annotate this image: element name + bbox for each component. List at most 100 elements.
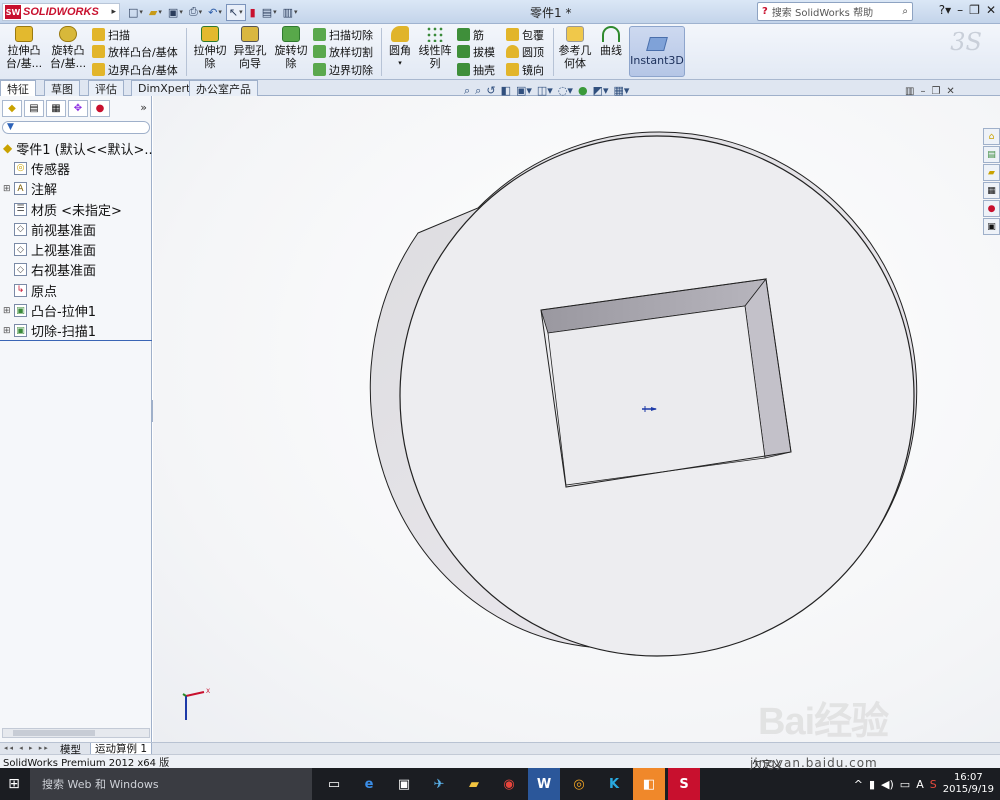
sweep-cut-button[interactable]: 扫描切除 — [313, 26, 373, 43]
help-menu-icon[interactable]: ?▾ — [939, 3, 951, 17]
shell-button[interactable]: 抽壳 — [457, 61, 495, 78]
search-icon[interactable]: ⌕ — [902, 6, 908, 17]
store-icon[interactable]: ▣ — [388, 768, 420, 800]
file-explorer-taskbar-icon[interactable]: ▰ — [458, 768, 490, 800]
edit-appearance-icon[interactable]: ● — [578, 84, 588, 98]
input-language-label[interactable]: A — [916, 778, 924, 791]
task-view-icon[interactable]: ▭ — [318, 768, 350, 800]
tree-item[interactable]: ◇ 前视基准面 — [0, 219, 152, 239]
zoom-to-fit-icon[interactable]: ⌕ — [464, 84, 470, 98]
revolve-cut-button[interactable]: 旋转切 除 — [271, 26, 311, 70]
tray-arrow-icon[interactable]: ^ — [854, 778, 863, 791]
ime-icon[interactable]: S — [930, 778, 937, 791]
fillet-button[interactable]: 圆角 ▾ — [386, 26, 414, 70]
tab-features[interactable]: 特征 — [0, 80, 36, 97]
rollback-bar[interactable] — [0, 340, 152, 341]
hole-wizard-button[interactable]: 异型孔 向导 — [230, 26, 270, 70]
sweep-button[interactable]: 扫描 — [92, 26, 130, 43]
more-tabs-icon[interactable]: » — [140, 101, 147, 114]
restore-icon[interactable]: ❐ — [969, 3, 980, 17]
loft-cut-button[interactable]: 放样切割 — [313, 43, 373, 60]
expand-icon[interactable]: ⊞ — [3, 326, 11, 336]
custom-properties-icon[interactable]: ▣ — [983, 218, 1000, 235]
tree-filter-input[interactable]: ▼ — [2, 121, 150, 134]
tree-item[interactable]: ◎ 传感器 — [0, 158, 152, 178]
graphics-area[interactable]: X — [153, 96, 1000, 742]
close-icon[interactable]: ✕ — [986, 3, 996, 17]
scene-icon[interactable]: ◩▾ — [593, 84, 609, 98]
solidworks-menu-button[interactable]: SW SOLIDWORKS ▸ — [2, 3, 120, 21]
tab-evaluate[interactable]: 评估 — [88, 80, 124, 96]
doc-close-icon[interactable]: ✕ — [946, 86, 954, 97]
tree-item[interactable]: ⊞ ▣ 切除-扫描1 — [0, 321, 152, 341]
file-explorer-icon[interactable]: ▰ — [983, 164, 1000, 181]
options-icon[interactable]: ▥ ▾ — [281, 4, 300, 21]
tree-item[interactable]: ↳ 原点 — [0, 280, 152, 300]
linear-pattern-button[interactable]: 线性阵 列 — [417, 26, 453, 70]
dimxpert-manager-icon[interactable]: ✥ — [68, 100, 88, 117]
property-manager-icon[interactable]: ▤ — [24, 100, 44, 117]
wrap-button[interactable]: 包覆 — [506, 26, 544, 43]
feather-app-icon[interactable]: ✈ — [423, 768, 455, 800]
tree-item[interactable]: ◇ 上视基准面 — [0, 239, 152, 259]
minimize-icon[interactable]: – — [957, 3, 963, 17]
boundary-boss-button[interactable]: 边界凸台/基体 — [92, 61, 178, 78]
expand-icon[interactable]: ⊞ — [3, 184, 11, 194]
doc-restore-icon[interactable]: ❐ — [931, 86, 940, 97]
help-search-input[interactable]: ? 搜索 SolidWorks 帮助 ⌕ — [757, 2, 913, 21]
tab-office-products[interactable]: 办公室产品 — [189, 80, 258, 96]
solidworks-resources-icon[interactable]: ⌂ — [983, 128, 1000, 145]
instant3d-button[interactable]: Instant3D — [629, 26, 685, 77]
file-properties-icon[interactable]: ▤ ▾ — [260, 4, 279, 21]
tree-root-part[interactable]: ◆ 零件1 (默认<<默认>... — [0, 138, 157, 158]
view-palette-icon[interactable]: ▦ — [983, 182, 1000, 199]
rebuild-icon[interactable]: ▮ — [248, 4, 258, 21]
curves-button[interactable]: 曲线 — [597, 26, 625, 57]
save-icon[interactable]: ▣ ▾ — [166, 4, 185, 21]
appearances-icon[interactable]: ● — [983, 200, 1000, 217]
tree-item[interactable]: ◇ 右视基准面 — [0, 260, 152, 280]
system-clock[interactable]: 16:07 2015/9/19 — [943, 772, 994, 796]
extrude-boss-button[interactable]: 拉伸凸 台/基... — [4, 26, 44, 70]
browser-globe-icon[interactable]: ◎ — [563, 768, 595, 800]
dome-button[interactable]: 圆顶 — [506, 43, 544, 60]
previous-view-icon[interactable]: ↺ — [486, 84, 495, 98]
select-icon[interactable]: ↖ ▾ — [225, 3, 246, 21]
doc-minimize-icon[interactable]: – — [920, 86, 925, 97]
word-icon[interactable]: W — [528, 768, 560, 800]
chrome-icon[interactable]: ◉ — [493, 768, 525, 800]
tree-item[interactable]: ☰ 材质 <未指定> — [0, 199, 152, 219]
volume-icon[interactable]: ◀) — [881, 778, 894, 791]
expand-icon[interactable]: ⊞ — [3, 306, 11, 316]
k-app-icon[interactable]: K — [598, 768, 630, 800]
network-icon[interactable]: ▮ — [869, 778, 875, 791]
scrollbar-thumb[interactable] — [13, 730, 95, 736]
draft-button[interactable]: 拔模 — [457, 43, 495, 60]
view-orientation-icon[interactable]: ▣▾ — [516, 84, 532, 98]
undo-icon[interactable]: ↶ ▾ — [206, 4, 224, 21]
print-icon[interactable]: ⎙ ▾ — [187, 4, 204, 21]
configuration-manager-icon[interactable]: ▦ — [46, 100, 66, 117]
display-manager-icon[interactable]: ● — [90, 100, 110, 117]
solidworks-taskbar-icon[interactable]: S — [668, 768, 700, 800]
rib-button[interactable]: 筋 — [457, 26, 484, 43]
taskbar-search-input[interactable]: 搜索 Web 和 Windows — [30, 768, 312, 800]
zoom-to-area-icon[interactable]: ⌕ — [475, 84, 481, 98]
loft-boss-button[interactable]: 放样凸台/基体 — [92, 43, 178, 60]
revolve-boss-button[interactable]: 旋转凸 台/基... — [48, 26, 88, 70]
open-icon[interactable]: ▰ ▾ — [147, 4, 164, 21]
design-library-icon[interactable]: ▤ — [983, 146, 1000, 163]
mirror-button[interactable]: 镜向 — [506, 61, 544, 78]
doc-tile-icon[interactable]: ▥ — [905, 86, 914, 97]
reference-geometry-button[interactable]: 参考几 何体 — [557, 26, 593, 70]
tab-scroll-arrows-icon[interactable]: ◂◂ ◂ ▸ ▸▸ — [4, 744, 50, 752]
tab-dimxpert[interactable]: DimXpert — [131, 80, 198, 96]
orange-app-icon[interactable]: ◧ — [633, 768, 665, 800]
tree-item[interactable]: ⊞ A 注解 — [0, 179, 152, 199]
section-view-icon[interactable]: ◧ — [501, 84, 511, 98]
windows-start-icon[interactable]: ⊞ — [0, 768, 28, 800]
boundary-cut-button[interactable]: 边界切除 — [313, 61, 373, 78]
edge-icon[interactable]: e — [353, 768, 385, 800]
feature-tree-icon[interactable]: ◆ — [2, 100, 22, 117]
tree-item[interactable]: ⊞ ▣ 凸台-拉伸1 — [0, 300, 152, 320]
